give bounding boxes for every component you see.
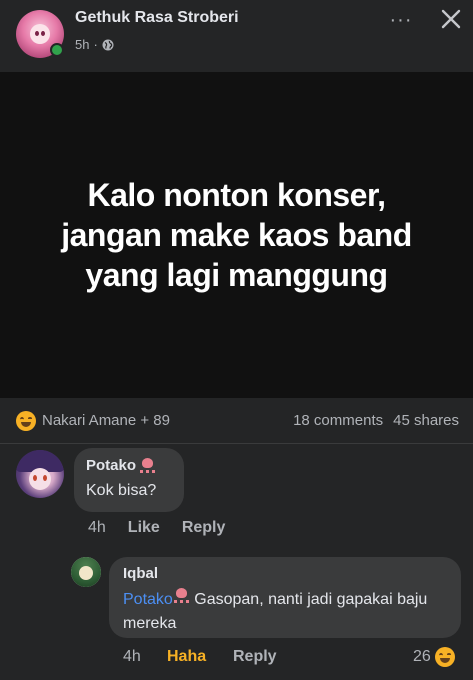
commenter-avatar[interactable]	[16, 450, 64, 498]
post-time[interactable]: 5h	[75, 37, 89, 52]
reply-button[interactable]: Reply	[233, 648, 277, 666]
reply-bubble: Iqbal Potako Gasopan, nanti jadi gapakai…	[109, 557, 461, 638]
octopus-emoji-icon	[173, 588, 190, 604]
globe-icon	[102, 39, 114, 50]
close-icon[interactable]	[438, 6, 464, 32]
post-text: Kalo nonton konser, jangan make kaos ban…	[61, 177, 412, 293]
post-stats: Nakari Amane + 89 18 comments 45 shares	[0, 398, 473, 444]
haha-reaction-icon	[434, 647, 455, 667]
mention-link[interactable]: Potako	[123, 591, 173, 608]
comment-actions: 4h Like Reply	[88, 519, 225, 537]
reply-author[interactable]: Iqbal	[123, 565, 447, 582]
post-meta: 5h ·	[75, 37, 114, 52]
replier-avatar[interactable]	[71, 557, 101, 587]
avatar-face	[30, 24, 50, 44]
comments-count[interactable]: 18 comments	[293, 412, 383, 429]
like-button[interactable]: Like	[128, 519, 160, 537]
comment-bubble: Potako Kok bisa?	[74, 448, 184, 512]
reply-text: Potako Gasopan, nanti jadi gapakai baju …	[123, 588, 447, 636]
octopus-emoji-icon	[139, 457, 156, 474]
author-name[interactable]: Gethuk Rasa Stroberi	[75, 9, 239, 27]
haha-reaction-icon	[16, 410, 36, 431]
post-header: Gethuk Rasa Stroberi 5h · ···	[0, 0, 473, 72]
reactions-text: Nakari Amane + 89	[42, 412, 170, 429]
haha-reaction-button[interactable]: Haha	[167, 648, 233, 666]
comment-author[interactable]: Potako	[86, 457, 172, 474]
comment-time[interactable]: 4h	[88, 519, 106, 537]
reply-reaction-count[interactable]: 26	[413, 647, 455, 667]
post-content[interactable]: Kalo nonton konser, jangan make kaos ban…	[0, 72, 473, 398]
online-status-icon	[50, 43, 64, 57]
comment-text: Kok bisa?	[86, 482, 157, 499]
more-options-icon[interactable]: ···	[389, 8, 413, 32]
post-counts: 18 comments 45 shares	[293, 412, 459, 429]
reactions-summary[interactable]: Nakari Amane + 89	[16, 410, 170, 431]
reply-button[interactable]: Reply	[182, 519, 226, 537]
meta-separator: ·	[93, 37, 98, 52]
shares-count[interactable]: 45 shares	[393, 412, 459, 429]
reply-actions: 4h Haha Reply	[123, 648, 277, 666]
reply-time[interactable]: 4h	[123, 648, 167, 666]
